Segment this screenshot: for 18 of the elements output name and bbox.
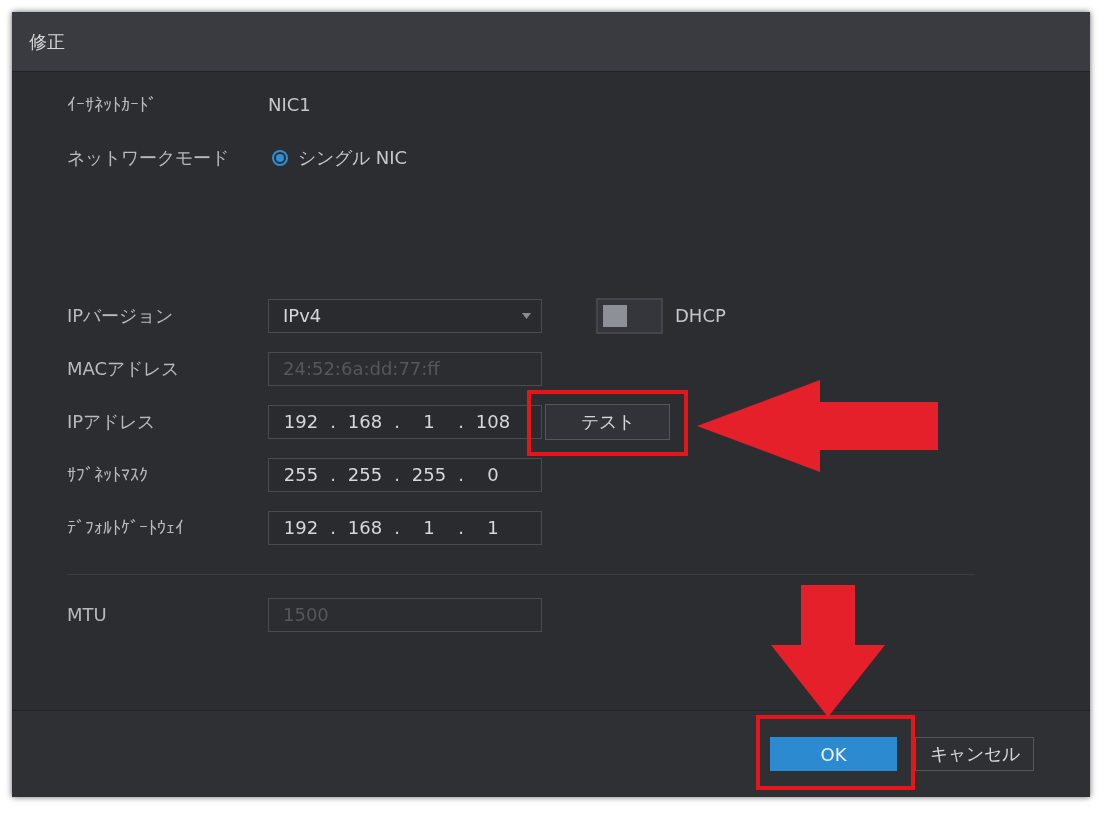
toggle-label: DHCP <box>675 305 726 326</box>
field-value: NIC1 <box>268 94 311 115</box>
field-label: IPアドレス <box>67 409 157 434</box>
ip-input-field[interactable]: 192 . 168 . 1 . 108 <box>268 404 542 439</box>
ip-version-dropdown[interactable]: IPv4 <box>268 298 542 333</box>
radio-label: シングル NIC <box>298 145 408 170</box>
ip-input-field[interactable]: 255 . 255 . 255 . 0 <box>268 457 542 492</box>
field-label: ｻﾌﾞﾈｯﾄﾏｽｸ <box>67 464 149 485</box>
test-button[interactable]: テスト <box>545 403 670 440</box>
window-title: 修正 <box>29 29 65 54</box>
field-label: MTU <box>67 604 108 625</box>
field-label: ｲｰｻﾈｯﾄｶｰﾄﾞ <box>67 94 158 115</box>
field-label: IPバージョン <box>67 303 175 328</box>
field-label: MACアドレス <box>67 356 181 381</box>
field-label: ﾃﾞﾌｫﾙﾄｹﾞｰﾄｳｪｲ <box>67 517 185 538</box>
dialog-button[interactable]: キャンセル <box>915 737 1034 771</box>
ip-input-field[interactable]: 192 . 168 . 1 . 1 <box>268 510 542 545</box>
field-label: ネットワークモード <box>67 145 230 170</box>
